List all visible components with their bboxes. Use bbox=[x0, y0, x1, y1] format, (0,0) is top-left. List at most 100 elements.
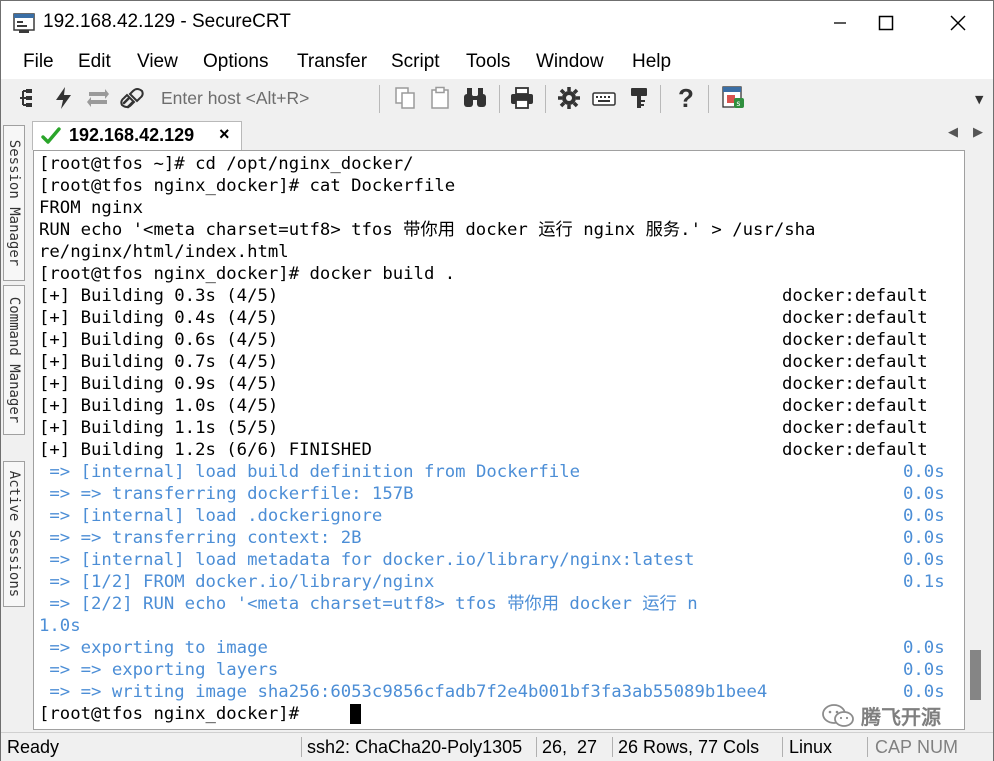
status-num-lock: NUM bbox=[917, 737, 958, 757]
menu-help[interactable]: Help bbox=[632, 51, 671, 73]
menu-window[interactable]: Window bbox=[536, 51, 604, 73]
build-target: docker:default bbox=[782, 374, 928, 394]
svg-text:s: s bbox=[736, 99, 741, 108]
status-os: Linux bbox=[789, 737, 833, 757]
status-cursor-position: 26, 27 bbox=[542, 737, 598, 757]
watermark: 腾飞开源 bbox=[821, 701, 941, 730]
title-bar[interactable]: 192.168.42.129 - SecureCRT bbox=[1, 1, 993, 45]
disconnect-icon[interactable] bbox=[118, 84, 146, 112]
scrollbar-thumb[interactable] bbox=[970, 650, 981, 700]
paste-icon[interactable] bbox=[426, 84, 454, 112]
build-step-time: 0.0s bbox=[903, 660, 945, 680]
menu-edit[interactable]: Edit bbox=[78, 51, 111, 73]
toolbar-separator bbox=[660, 85, 661, 113]
minimize-button[interactable] bbox=[817, 1, 863, 45]
build-step-time: 0.0s bbox=[903, 638, 945, 658]
tab-scroll-left-icon[interactable]: ◀ bbox=[948, 125, 958, 140]
build-step-line: => exporting to image bbox=[39, 638, 268, 658]
menu-script[interactable]: Script bbox=[391, 51, 440, 73]
build-target: docker:default bbox=[782, 308, 928, 328]
build-step-time: 0.0s bbox=[903, 484, 945, 504]
session-tab-label: 192.168.42.129 bbox=[69, 125, 195, 145]
session-tab[interactable]: 192.168.42.129 × bbox=[32, 121, 242, 150]
status-separator bbox=[867, 737, 868, 757]
status-separator bbox=[536, 737, 537, 757]
copy-icon[interactable] bbox=[391, 84, 419, 112]
window-title: 192.168.42.129 - SecureCRT bbox=[43, 11, 291, 32]
terminal-line: [root@tfos nginx_docker]# docker build . bbox=[39, 264, 456, 284]
toolbar-separator bbox=[708, 85, 709, 113]
terminal-area[interactable]: [root@tfos ~]# cd /opt/nginx_docker/ [ro… bbox=[33, 150, 965, 730]
build-step-time: 0.1s bbox=[903, 572, 945, 592]
key-agent-icon[interactable] bbox=[625, 84, 653, 112]
terminal-scrollbar[interactable] bbox=[965, 150, 987, 730]
menu-bar: File Edit View Options Transfer Script T… bbox=[1, 45, 993, 79]
build-step-time: 0.0s bbox=[903, 550, 945, 570]
side-tab-label: Command Manager bbox=[6, 296, 22, 424]
status-separator bbox=[782, 737, 783, 757]
terminal-line: re/nginx/html/index.html bbox=[39, 242, 289, 262]
connected-check-icon bbox=[41, 126, 61, 150]
status-separator bbox=[612, 737, 613, 757]
side-tab-command-manager[interactable]: Command Manager bbox=[3, 285, 25, 435]
reconnect-icon[interactable] bbox=[84, 84, 112, 112]
keymap-icon[interactable] bbox=[590, 84, 618, 112]
build-step-line: => [internal] load .dockerignore bbox=[39, 506, 383, 526]
securecrt-app-icon bbox=[13, 12, 35, 34]
watermark-text: 腾飞开源 bbox=[861, 705, 941, 729]
maximize-button[interactable] bbox=[863, 1, 909, 45]
build-step-line: 1.0s bbox=[39, 616, 81, 636]
tab-scroll-right-icon[interactable]: ▶ bbox=[973, 125, 983, 140]
toolbar-separator bbox=[499, 85, 500, 113]
quick-connect-icon[interactable] bbox=[50, 84, 78, 112]
side-tab-session-manager[interactable]: Session Manager bbox=[3, 125, 25, 281]
sftp-icon[interactable]: s bbox=[719, 84, 747, 112]
side-tab-active-sessions[interactable]: Active Sessions bbox=[3, 461, 25, 607]
build-step-line: => [internal] load build definition from… bbox=[39, 462, 581, 482]
toolbar-separator bbox=[545, 85, 546, 113]
status-protocol: ssh2: ChaCha20-Poly1305 bbox=[307, 737, 523, 757]
toolbar-overflow-icon[interactable]: ▼ bbox=[975, 93, 983, 106]
menu-view[interactable]: View bbox=[137, 51, 178, 73]
build-step-line: => => transferring context: 2B bbox=[39, 528, 362, 548]
build-progress-line: [+] Building 0.7s (4/5) bbox=[39, 352, 279, 372]
help-question-icon[interactable]: ? bbox=[672, 84, 700, 112]
build-progress-line: [+] Building 1.0s (4/5) bbox=[39, 396, 279, 416]
status-terminal-size: 26 Rows, 77 Cols bbox=[618, 737, 760, 757]
close-window-button[interactable] bbox=[935, 1, 981, 45]
menu-options[interactable]: Options bbox=[203, 51, 268, 73]
build-target: docker:default bbox=[782, 418, 928, 438]
terminal-prompt: [root@tfos nginx_docker]# bbox=[39, 704, 310, 724]
build-step-line: => => transferring dockerfile: 157B bbox=[39, 484, 414, 504]
side-tab-label: Active Sessions bbox=[6, 470, 22, 598]
menu-transfer[interactable]: Transfer bbox=[297, 51, 367, 73]
status-state: Ready bbox=[7, 737, 60, 757]
connect-icon[interactable] bbox=[15, 84, 43, 112]
session-tab-bar: 192.168.42.129 × ◀ ▶ bbox=[28, 119, 993, 150]
build-progress-line: [+] Building 0.4s (4/5) bbox=[39, 308, 279, 328]
menu-tools[interactable]: Tools bbox=[466, 51, 510, 73]
build-progress-line: [+] Building 0.3s (4/5) bbox=[39, 286, 279, 306]
securecrt-window: 192.168.42.129 - SecureCRT File Edit Vie… bbox=[0, 0, 994, 761]
build-progress-line: [+] Building 1.1s (5/5) bbox=[39, 418, 279, 438]
menu-file[interactable]: File bbox=[23, 51, 54, 73]
build-step-line: => [2/2] RUN echo '<meta charset=utf8> t… bbox=[39, 594, 698, 614]
build-step-line: => => exporting layers bbox=[39, 660, 279, 680]
toolbar: ? s ▼ bbox=[1, 79, 993, 117]
terminal-line: FROM nginx bbox=[39, 198, 144, 218]
build-target: docker:default bbox=[782, 396, 928, 416]
status-caps-lock: CAP bbox=[875, 737, 913, 757]
build-step-line: => [internal] load metadata for docker.i… bbox=[39, 550, 695, 570]
terminal-line: [root@tfos ~]# cd /opt/nginx_docker/ bbox=[39, 154, 414, 174]
build-step-time: 0.0s bbox=[903, 528, 945, 548]
settings-gear-icon[interactable] bbox=[555, 84, 583, 112]
terminal-cursor bbox=[350, 704, 361, 724]
build-step-time: 0.0s bbox=[903, 682, 945, 702]
tab-close-icon[interactable]: × bbox=[219, 124, 230, 145]
build-step-line: => [1/2] FROM docker.io/library/nginx bbox=[39, 572, 435, 592]
print-icon[interactable] bbox=[508, 84, 536, 112]
side-tab-label: Session Manager bbox=[6, 139, 22, 267]
find-icon[interactable] bbox=[461, 84, 489, 112]
host-input[interactable] bbox=[157, 85, 375, 111]
build-progress-line: [+] Building 0.9s (4/5) bbox=[39, 374, 279, 394]
